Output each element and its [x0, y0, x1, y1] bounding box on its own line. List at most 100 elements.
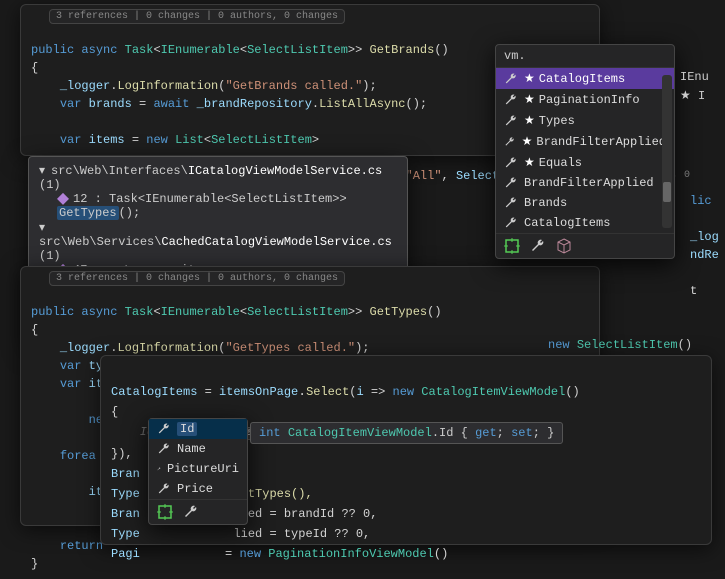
- fn: Select: [306, 385, 349, 399]
- intellisense-side-hint-1: IEnu: [680, 70, 709, 84]
- intellisense-item[interactable]: Name: [149, 439, 247, 459]
- kw: var: [60, 133, 82, 147]
- dot: .: [312, 97, 319, 111]
- string: "GetBrands called.": [225, 79, 362, 93]
- kw: new: [393, 385, 415, 399]
- kw: async: [81, 305, 117, 319]
- item-label: Id: [177, 422, 197, 436]
- type: SelectListItem: [577, 338, 678, 352]
- intellisense-item[interactable]: BrandFilterApplied: [496, 173, 674, 193]
- c: ,: [442, 169, 456, 183]
- behind-t: t: [680, 276, 707, 306]
- item-label: BrandFilterApplied: [536, 135, 666, 149]
- var: itemsOnPage: [219, 385, 298, 399]
- behind-lic: lic: [680, 186, 722, 216]
- target-icon[interactable]: [504, 238, 520, 254]
- filter-text: vm.: [504, 49, 526, 63]
- item-label: Price: [177, 482, 213, 496]
- sc: ;: [497, 426, 511, 440]
- type: IEnumerable: [161, 305, 240, 319]
- intellisense-popup-bottom[interactable]: Id Name PictureUri Price: [148, 418, 248, 525]
- expand-icon[interactable]: ▾: [39, 163, 51, 178]
- intellisense-filter: vm.: [496, 45, 674, 68]
- target-icon[interactable]: [157, 504, 173, 520]
- var: items: [89, 133, 125, 147]
- item-label: Types: [539, 114, 575, 128]
- wrench-icon[interactable]: [183, 504, 199, 520]
- ref-count: (1): [39, 178, 61, 192]
- item-label: Equals: [539, 156, 582, 170]
- str: "All": [406, 169, 442, 183]
- expand-icon[interactable]: ▾: [39, 220, 51, 235]
- intellisense-popup-top[interactable]: vm. ★CatalogItems★PaginationInfo★Types★B…: [495, 44, 675, 259]
- intellisense-footer: [496, 233, 674, 258]
- intellisense-item[interactable]: ★BrandFilterApplied: [496, 131, 674, 152]
- sc: ; }: [533, 426, 555, 440]
- star-icon: ★: [524, 71, 535, 86]
- ref-line[interactable]: 12 : Task<IEnumerable<SelectListItem>> G…: [39, 192, 397, 220]
- ref-file: CachedCatalogViewModelService.cs: [161, 235, 391, 249]
- sp: [189, 97, 196, 111]
- fn: LogInformation: [117, 341, 218, 355]
- kw: new: [146, 133, 168, 147]
- str: "GetTypes called.": [225, 341, 355, 355]
- ref-entry[interactable]: ▾src\Web\Interfaces\ICatalogViewModelSer…: [39, 163, 397, 192]
- item-label: PaginationInfo: [539, 93, 640, 107]
- fn: GetTypes: [370, 305, 428, 319]
- intellisense-footer: [149, 499, 247, 524]
- intellisense-item[interactable]: PictureUri: [149, 459, 247, 479]
- type: CatalogItemViewModel: [414, 385, 565, 399]
- star-icon: ★: [522, 134, 533, 149]
- p: (): [427, 305, 441, 319]
- code-lens-mid[interactable]: 3 references | 0 changes | 0 authors, 0 …: [49, 271, 345, 286]
- brace: {: [111, 405, 118, 419]
- ref-entry[interactable]: ▾src\Web\Services\CachedCatalogViewModel…: [39, 220, 397, 263]
- intellisense-item[interactable]: Id: [149, 419, 247, 439]
- item-label: CatalogItems: [539, 72, 625, 86]
- var: Bran: [111, 467, 140, 481]
- var: _logger: [60, 341, 110, 355]
- intellisense-item[interactable]: Price: [149, 479, 247, 499]
- kw: new: [548, 338, 570, 352]
- ref-count: (1): [39, 249, 61, 263]
- ref-path: src\Web\Interfaces\: [51, 164, 188, 178]
- var: Type: [111, 487, 140, 501]
- intellisense-list[interactable]: Id Name PictureUri Price: [149, 419, 247, 499]
- intellisense-item[interactable]: ★ CatalogItems: [496, 68, 674, 89]
- type: SelectListItem: [247, 305, 348, 319]
- eq: =: [218, 547, 240, 561]
- type: Task: [125, 305, 154, 319]
- code-lens-top[interactable]: 3 references | 0 changes | 0 authors, 0 …: [49, 9, 345, 24]
- type: PaginationInfoViewModel: [261, 547, 434, 561]
- rest: lied = typeId ?? 0,: [233, 527, 370, 541]
- intellisense-item[interactable]: CatalogItems: [496, 213, 674, 233]
- star-icon: ★: [524, 155, 535, 170]
- item-label: BrandFilterApplied: [524, 176, 654, 190]
- eq: =: [132, 97, 154, 111]
- tip-class: CatalogItemViewModel: [288, 426, 432, 440]
- var: Pagi: [111, 547, 140, 561]
- intellisense-item[interactable]: ★Types: [496, 110, 674, 131]
- fn: LogInformation: [117, 79, 218, 93]
- kw: public: [31, 305, 74, 319]
- intellisense-item[interactable]: Brands: [496, 193, 674, 213]
- eq: =: [125, 133, 147, 147]
- ref-file: ICatalogViewModelService.cs: [188, 164, 382, 178]
- intellisense-item[interactable]: ★ Equals: [496, 152, 674, 173]
- sp: [168, 133, 175, 147]
- kw: get: [475, 426, 497, 440]
- intellisense-list[interactable]: ★CatalogItems★PaginationInfo★Types★Brand…: [496, 68, 674, 233]
- item-label: PictureUri: [167, 462, 239, 476]
- cube-icon[interactable]: [556, 238, 572, 254]
- var: Bran: [111, 507, 140, 521]
- member-tooltip: int CatalogItemViewModel.Id { get; set; …: [250, 422, 563, 444]
- scrollbar[interactable]: [662, 75, 672, 228]
- tip-type: int: [259, 426, 281, 440]
- kw: var: [60, 97, 82, 111]
- e: (): [434, 547, 448, 561]
- rest: lied = brandId ?? 0,: [233, 507, 377, 521]
- var: i: [356, 385, 363, 399]
- wrench-icon[interactable]: [530, 238, 546, 254]
- intellisense-item[interactable]: ★PaginationInfo: [496, 89, 674, 110]
- scroll-thumb[interactable]: [663, 182, 671, 202]
